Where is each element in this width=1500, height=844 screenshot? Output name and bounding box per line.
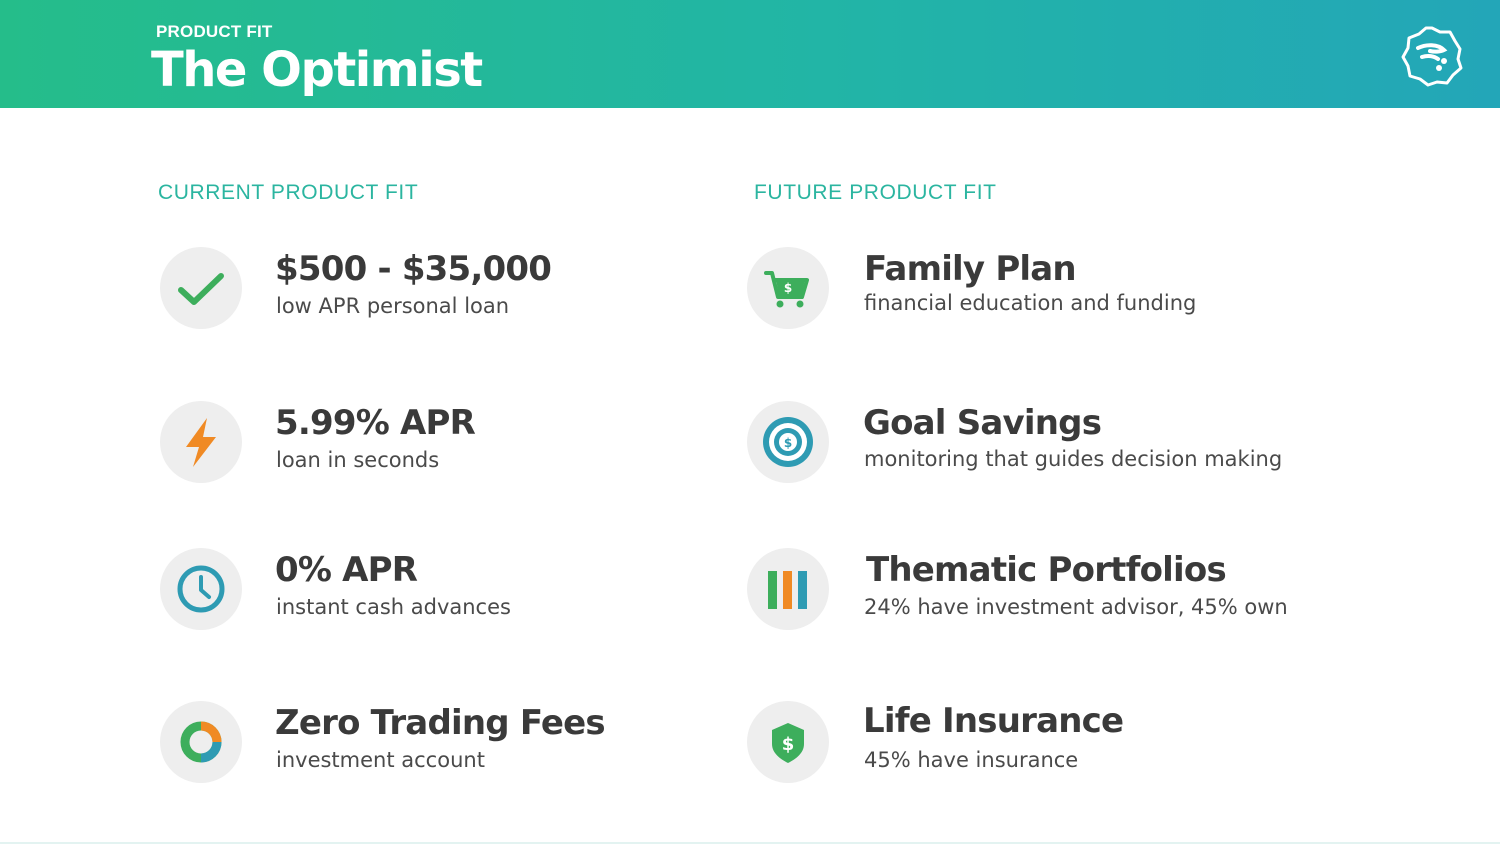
current-product-fit-heading: CURRENT PRODUCT FIT: [158, 181, 419, 204]
item-subtitle: 45% have insurance: [864, 748, 1079, 772]
item-title: Thematic Portfolios: [866, 550, 1227, 590]
current-item-cash-advance: 0% APR instant cash advances: [160, 548, 720, 638]
future-item-goal-savings: $ Goal Savings monitoring that guides de…: [747, 401, 1307, 491]
target-dollar-icon: $: [747, 401, 829, 483]
page-title: The Optimist: [151, 42, 483, 98]
bar-columns-icon: [747, 548, 829, 630]
item-subtitle: low APR personal loan: [276, 294, 510, 318]
section-kicker: PRODUCT FIT: [156, 22, 273, 41]
item-title: Life Insurance: [863, 701, 1124, 741]
future-item-thematic-portfolios: Thematic Portfolios 24% have investment …: [747, 548, 1307, 638]
item-subtitle: investment account: [276, 748, 485, 772]
shield-dollar-icon: $: [747, 701, 829, 783]
item-subtitle: loan in seconds: [276, 448, 440, 472]
header-banner: PRODUCT FIT The Optimist: [0, 0, 1500, 108]
item-title: Zero Trading Fees: [275, 703, 606, 743]
future-item-family-plan: $ Family Plan financial education and fu…: [747, 247, 1307, 337]
current-item-loan-range: $500 - $35,000 low APR personal loan: [160, 247, 720, 337]
shopping-cart-dollar-icon: $: [747, 247, 829, 329]
future-item-life-insurance: $ Life Insurance 45% have insurance: [747, 701, 1307, 791]
item-title: Family Plan: [864, 249, 1077, 289]
svg-text:$: $: [784, 281, 792, 295]
donut-chart-icon: [160, 701, 242, 783]
svg-text:$: $: [784, 436, 792, 450]
current-item-apr: 5.99% APR loan in seconds: [160, 401, 720, 491]
item-subtitle: instant cash advances: [276, 595, 511, 619]
item-title: $500 - $35,000: [275, 249, 552, 289]
svg-text:$: $: [782, 734, 795, 755]
future-product-fit-heading: FUTURE PRODUCT FIT: [754, 181, 997, 204]
item-subtitle: monitoring that guides decision making: [864, 447, 1283, 471]
lightning-icon: [160, 401, 242, 483]
clock-icon: [160, 548, 242, 630]
current-item-trading: Zero Trading Fees investment account: [160, 701, 720, 791]
moneylion-logo-icon: [1401, 26, 1463, 87]
item-title: Goal Savings: [863, 403, 1102, 443]
item-subtitle: financial education and funding: [864, 291, 1197, 315]
item-title: 0% APR: [275, 550, 418, 590]
item-title: 5.99% APR: [275, 403, 476, 443]
item-subtitle: 24% have investment advisor, 45% own s: [864, 595, 1292, 619]
checkmark-icon: [160, 247, 242, 329]
